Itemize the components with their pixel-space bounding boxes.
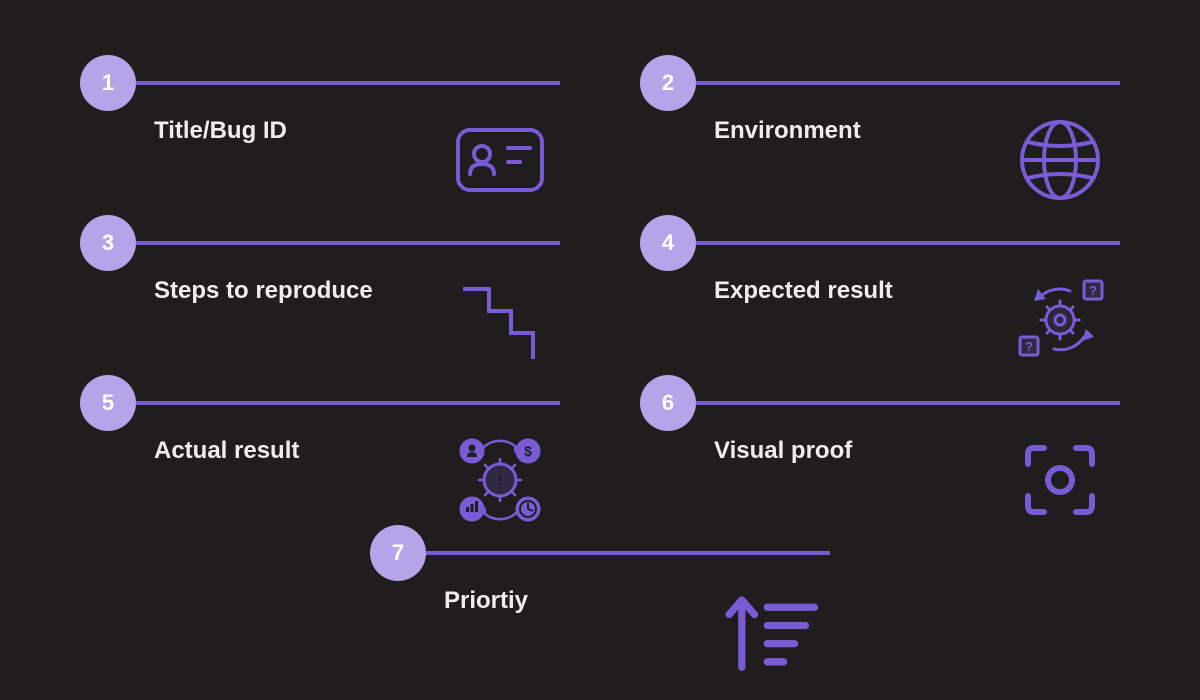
globe-icon: [1010, 115, 1110, 205]
item-label: Expected result: [714, 275, 893, 306]
number: 6: [662, 390, 674, 416]
divider-line: [128, 81, 560, 85]
number-circle: 5: [80, 375, 136, 431]
item-header: 2: [640, 55, 1120, 111]
item-content: Actual result: [80, 435, 560, 525]
item-content: Visual proof: [640, 435, 1120, 525]
item-content: Priortiy: [370, 585, 830, 675]
item-header: 5: [80, 375, 560, 431]
number: 5: [102, 390, 114, 416]
number: 1: [102, 70, 114, 96]
number: 4: [662, 230, 674, 256]
number-circle: 4: [640, 215, 696, 271]
item-content: Expected result: [640, 275, 1120, 365]
number: 7: [392, 540, 404, 566]
number-circle: 1: [80, 55, 136, 111]
item-label: Priortiy: [444, 585, 528, 616]
gear-cycle-icon: ? ?: [1010, 275, 1110, 365]
item-visual-proof: 6 Visual proof: [640, 375, 1120, 535]
id-card-icon: [450, 115, 550, 205]
number-circle: 3: [80, 215, 136, 271]
item-content: Environment: [640, 115, 1120, 205]
item-header: 4: [640, 215, 1120, 271]
item-steps: 3 Steps to reproduce: [80, 215, 560, 375]
diagram-container: 1 Title/Bug ID 2: [0, 0, 1200, 700]
divider-line: [128, 241, 560, 245]
scan-icon: [1010, 435, 1110, 525]
number: 3: [102, 230, 114, 256]
number: 2: [662, 70, 674, 96]
grid: 1 Title/Bug ID 2: [80, 55, 1120, 535]
svg-text:$: $: [524, 443, 532, 459]
item-header: 6: [640, 375, 1120, 431]
divider-line: [128, 401, 560, 405]
divider-line: [688, 81, 1120, 85]
number-circle: 7: [370, 525, 426, 581]
divider-line: [418, 551, 830, 555]
gear-data-icon: ! $: [450, 435, 550, 525]
svg-text:?: ?: [1089, 283, 1097, 298]
item-content: Title/Bug ID: [80, 115, 560, 205]
svg-text:!: !: [498, 472, 503, 489]
item-header: 7: [370, 525, 830, 581]
item-priority: 7 Priortiy: [370, 525, 830, 675]
item-title-bug-id: 1 Title/Bug ID: [80, 55, 560, 215]
divider-line: [688, 241, 1120, 245]
number-circle: 2: [640, 55, 696, 111]
item-expected-result: 4 Expected result: [640, 215, 1120, 375]
item-actual-result: 5 Actual result: [80, 375, 560, 535]
stairs-icon: [450, 275, 550, 365]
center-row: 7 Priortiy: [80, 525, 1120, 675]
item-label: Steps to reproduce: [154, 275, 373, 306]
priority-icon: [720, 585, 820, 675]
item-label: Environment: [714, 115, 861, 146]
item-label: Title/Bug ID: [154, 115, 287, 146]
item-label: Actual result: [154, 435, 299, 466]
svg-text:?: ?: [1025, 339, 1033, 354]
number-circle: 6: [640, 375, 696, 431]
divider-line: [688, 401, 1120, 405]
item-content: Steps to reproduce: [80, 275, 560, 365]
item-header: 3: [80, 215, 560, 271]
item-environment: 2 Environment: [640, 55, 1120, 215]
item-label: Visual proof: [714, 435, 852, 466]
item-header: 1: [80, 55, 560, 111]
